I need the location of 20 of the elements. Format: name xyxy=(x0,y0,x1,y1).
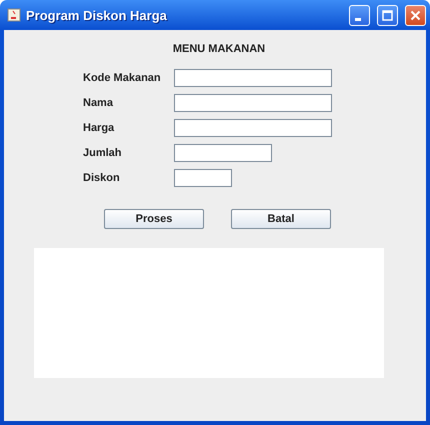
field-label: Nama xyxy=(83,97,114,109)
minimize-button[interactable] xyxy=(349,4,370,26)
minimize-icon xyxy=(354,18,360,20)
input-field[interactable] xyxy=(174,144,272,162)
window-title: Program Diskon Harga xyxy=(26,8,168,22)
input-field[interactable] xyxy=(174,119,332,137)
input-field[interactable] xyxy=(174,69,332,87)
maximize-icon xyxy=(382,10,393,20)
action-button[interactable]: Proses xyxy=(104,209,204,229)
close-button[interactable] xyxy=(405,4,426,26)
field-label: Jumlah xyxy=(83,147,123,159)
field-label: Kode Makanan xyxy=(83,72,162,84)
input-field[interactable] xyxy=(174,94,332,112)
close-icon xyxy=(410,10,421,20)
form-heading: MENU MAKANAN xyxy=(172,43,266,55)
field-label: Diskon xyxy=(83,172,121,184)
action-button[interactable]: Batal xyxy=(231,209,331,229)
maximize-button[interactable] xyxy=(377,4,398,26)
input-field[interactable] xyxy=(174,169,232,187)
field-label: Harga xyxy=(83,122,116,134)
